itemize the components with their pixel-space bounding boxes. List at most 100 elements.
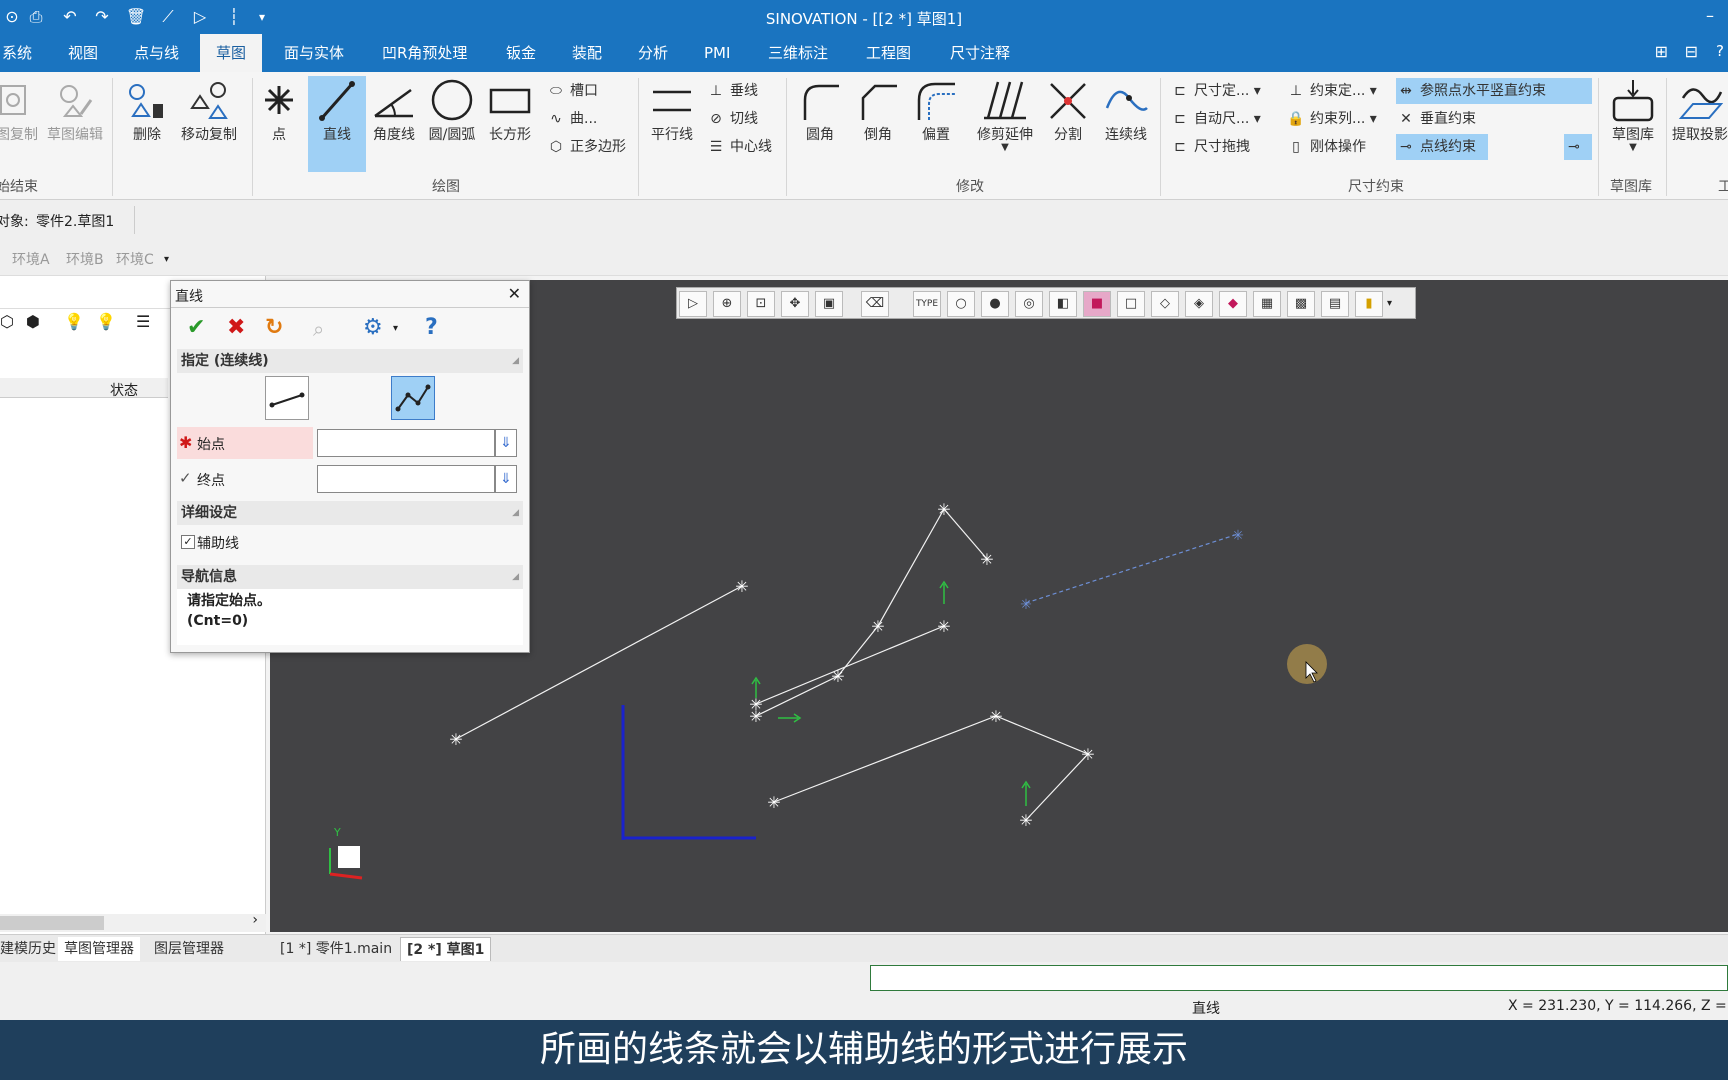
ref-hv-constraint-button[interactable]: ⇹ 参照点水平竖直约束: [1396, 78, 1592, 104]
menu-pmi[interactable]: PMI: [696, 34, 738, 72]
auto-dim-button[interactable]: ⊏ 自动尺... ▾: [1170, 106, 1261, 132]
section-nav[interactable]: 导航信息 ◢: [177, 565, 523, 589]
menu-sketch[interactable]: 草图: [200, 34, 263, 72]
horizontal-scrollbar[interactable]: ›: [0, 912, 266, 932]
filter-icon-1[interactable]: ⬡: [0, 312, 14, 331]
show-all-icon[interactable]: ◎: [1015, 291, 1043, 317]
grid-icon[interactable]: ▦: [1253, 291, 1281, 317]
select-icon[interactable]: ▷: [679, 291, 707, 317]
eraser-icon[interactable]: ⌫: [861, 291, 889, 317]
minimize-icon[interactable]: –: [1706, 6, 1714, 25]
window-icon[interactable]: ⊟: [1685, 42, 1698, 61]
start-point-input[interactable]: [317, 429, 495, 457]
circle-button[interactable]: 圆/圆弧: [424, 78, 480, 144]
zoom-window-icon[interactable]: ⊡: [747, 291, 775, 317]
bulb-icon-1[interactable]: 💡: [64, 312, 84, 331]
fillet-button[interactable]: 圆角: [794, 78, 846, 144]
bulb-icon-2[interactable]: 💡: [96, 312, 116, 331]
point-button[interactable]: 点: [258, 78, 300, 144]
constraint-extra-button[interactable]: ⊸: [1564, 134, 1592, 160]
menu-assembly[interactable]: 装配: [564, 34, 610, 72]
menu-analysis[interactable]: 分析: [630, 34, 676, 72]
menu-surface-solid[interactable]: 面与实体: [276, 34, 352, 72]
centerline-button[interactable]: ☰ 中心线: [706, 134, 772, 160]
help-icon[interactable]: ?: [425, 315, 438, 340]
light-icon[interactable]: ▮: [1355, 291, 1383, 317]
zoom-fit-icon[interactable]: ✥: [781, 291, 809, 317]
env-c[interactable]: 环境C: [116, 249, 154, 269]
split-button[interactable]: 分割: [1042, 78, 1094, 144]
vertical-constraint-button[interactable]: ✕ 垂直约束: [1396, 106, 1476, 132]
filter-icon-2[interactable]: ⬢: [26, 312, 40, 331]
gear-icon[interactable]: ⚙: [363, 315, 383, 340]
collapse-icon[interactable]: ◢: [512, 349, 519, 373]
grid-fine-icon[interactable]: ▩: [1287, 291, 1315, 317]
menu-system[interactable]: 系统: [0, 34, 40, 72]
hide-icon[interactable]: ●: [981, 291, 1009, 317]
rectangle-button[interactable]: 长方形: [484, 78, 536, 144]
auxiliary-line-checkbox[interactable]: ✓: [181, 535, 195, 549]
dim-drag-button[interactable]: ⊏ 尺寸拖拽: [1170, 134, 1250, 160]
section-specify[interactable]: 指定 (连续线) ◢: [177, 349, 523, 373]
menu-drawing[interactable]: 工程图: [858, 34, 919, 72]
menu-view[interactable]: 视图: [60, 34, 106, 72]
menu-point-line[interactable]: 点与线: [126, 34, 187, 72]
tab-doc-part1[interactable]: [1 *] 零件1.main: [274, 937, 398, 961]
menu-sheetmetal[interactable]: 钣金: [498, 34, 544, 72]
env-dropdown-icon[interactable]: ▾: [164, 254, 169, 265]
collapse-icon[interactable]: ◢: [512, 565, 519, 589]
pink-cube-icon[interactable]: ◆: [1219, 291, 1247, 317]
gear-dropdown-icon[interactable]: ▾: [393, 323, 398, 334]
library-dropdown-icon[interactable]: ▼: [1604, 143, 1662, 153]
layer-icon[interactable]: ◧: [1049, 291, 1077, 317]
show-icon[interactable]: ○: [947, 291, 975, 317]
end-point-pick-button[interactable]: ⇓: [495, 465, 517, 493]
tab-sketch-manager[interactable]: 草图管理器: [58, 937, 140, 961]
sketch-polyline[interactable]: [773, 715, 1090, 821]
sketch-line[interactable]: [755, 625, 945, 705]
layout-icon[interactable]: ⊞: [1655, 42, 1668, 61]
collapse-icon[interactable]: ◢: [512, 501, 519, 525]
env-b[interactable]: 环境B: [66, 249, 104, 269]
delete-button[interactable]: 删除: [124, 78, 170, 144]
tab-doc-sketch1[interactable]: [2 *] 草图1: [400, 937, 492, 961]
chamfer-button[interactable]: 倒角: [852, 78, 904, 144]
command-input[interactable]: [870, 965, 1728, 991]
tangent-button[interactable]: ⊘ 切线: [706, 106, 758, 132]
zoom-in-icon[interactable]: ⊕: [713, 291, 741, 317]
cancel-icon[interactable]: ✖: [227, 315, 245, 340]
angle-line-button[interactable]: 角度线: [368, 78, 420, 144]
parallel-button[interactable]: 平行线: [644, 78, 700, 144]
reset-icon[interactable]: ↻: [265, 315, 283, 340]
polygon-button[interactable]: ⬡ 正多边形: [546, 134, 626, 160]
start-point-pick-button[interactable]: ⇓: [495, 429, 517, 457]
wire-cube-icon[interactable]: ◇: [1151, 291, 1179, 317]
point-line-constraint-button[interactable]: ⊸ 点线约束: [1396, 134, 1488, 160]
view-cube-icon[interactable]: ▣: [815, 291, 843, 317]
tab-model-history[interactable]: 建模历史: [0, 937, 62, 961]
sketch-library-button[interactable]: 草图库 ▼: [1604, 78, 1662, 153]
search-icon[interactable]: ⌕: [313, 317, 324, 341]
constraint-define-button[interactable]: ⊥ 约束定... ▾: [1286, 78, 1377, 104]
end-point-input[interactable]: [317, 465, 495, 493]
single-line-mode-button[interactable]: [265, 376, 309, 420]
trim-dropdown-icon[interactable]: ▼: [972, 143, 1038, 153]
copy-button[interactable]: 图复制: [0, 78, 40, 144]
curve-button[interactable]: ∿ 曲...: [546, 106, 597, 132]
cube-icon[interactable]: □: [1117, 291, 1145, 317]
connect-line-button[interactable]: 连续线: [1098, 78, 1154, 144]
toolbar-dropdown-icon[interactable]: ▾: [1387, 298, 1392, 309]
close-icon[interactable]: ✕: [508, 284, 521, 303]
perpendicular-button[interactable]: ⊥ 垂线: [706, 78, 758, 104]
help-icon[interactable]: ?: [1716, 42, 1724, 60]
sketch-edit-button[interactable]: 草图编辑: [42, 78, 108, 144]
constraint-list-button[interactable]: 🔒 约束列... ▾: [1286, 106, 1377, 132]
sketch-polyline[interactable]: [755, 508, 945, 717]
menu-3d-annotation[interactable]: 三维标注: [760, 34, 836, 72]
dim-define-button[interactable]: ⊏ 尺寸定... ▾: [1170, 78, 1261, 104]
section-detail[interactable]: 详细设定 ◢: [177, 501, 523, 525]
shaded-cube-icon[interactable]: ■: [1083, 291, 1111, 317]
menu-dimension[interactable]: 尺寸注释: [942, 34, 1018, 72]
move-copy-button[interactable]: 移动复制: [176, 78, 242, 144]
tab-layer-manager[interactable]: 图层管理器: [148, 937, 230, 961]
